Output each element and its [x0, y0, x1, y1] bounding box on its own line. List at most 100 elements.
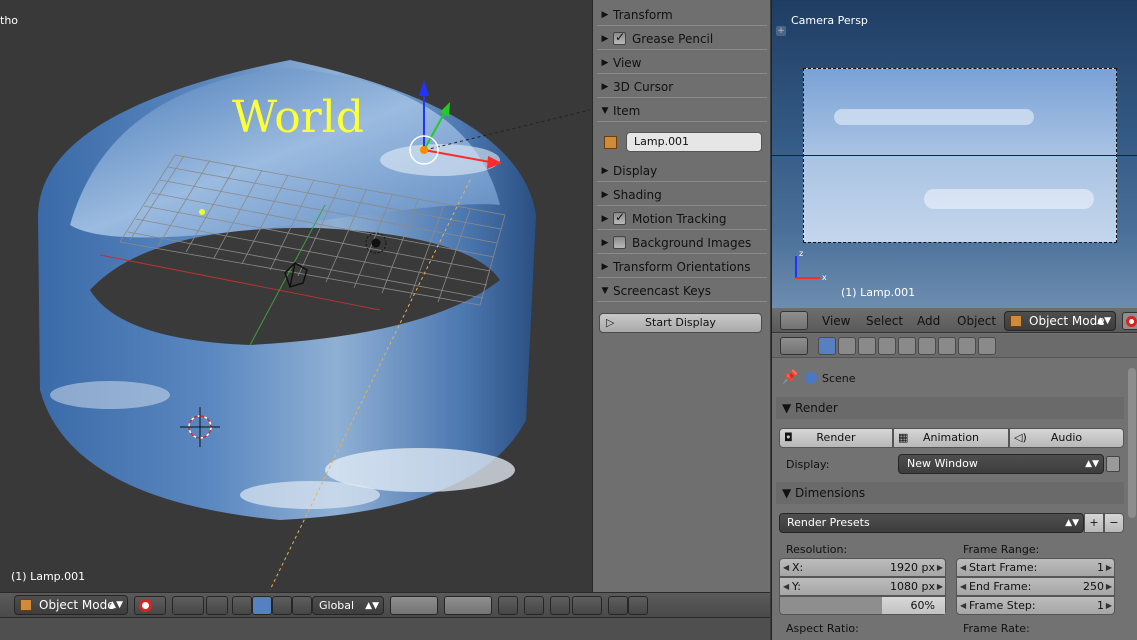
add-preset-button[interactable]: +	[1084, 513, 1104, 533]
snap-element-dropdown[interactable]	[572, 596, 602, 615]
panel-label: Transform Orientations	[613, 259, 751, 274]
area-split-icon[interactable]: +	[776, 26, 786, 36]
active-object-label: (1) Lamp.001	[11, 570, 86, 583]
panel-item[interactable]: ▼ Item	[597, 100, 767, 122]
panel-view[interactable]: ▶ View	[597, 52, 767, 74]
panel-shading[interactable]: ▶ Shading	[597, 184, 767, 206]
viewport-shading-button[interactable]	[1122, 312, 1137, 330]
collapsed-arrow-icon: ▶	[601, 237, 609, 248]
dropdown-arrows-icon: ▲▼	[365, 601, 379, 611]
background-images-checkbox[interactable]	[613, 236, 626, 249]
viewport-shading-dropdown[interactable]	[134, 596, 166, 615]
display-dropdown[interactable]: New Window ▲▼	[898, 454, 1104, 474]
animation-button[interactable]: ▦ Animation	[893, 428, 1009, 448]
lock-icon[interactable]	[1106, 456, 1120, 472]
panel-background-images[interactable]: ▶ Background Images	[597, 232, 767, 254]
panel-label: Background Images	[632, 235, 752, 250]
menu-select[interactable]: Select	[866, 314, 903, 328]
snap-toggle-icon[interactable]	[550, 596, 570, 615]
cloud	[240, 481, 380, 509]
resolution-percentage-slider[interactable]: 60%	[779, 596, 946, 615]
rotate-manipulator-icon[interactable]	[272, 596, 292, 615]
timeline-strip[interactable]	[0, 617, 770, 640]
remove-preset-button[interactable]: −	[1104, 513, 1124, 533]
lamp-origin[interactable]	[420, 146, 428, 154]
lifebuoy-icon	[1126, 316, 1137, 327]
collapsed-arrow-icon: ▶	[601, 189, 609, 200]
start-display-button[interactable]: ▷ Start Display	[599, 313, 762, 333]
camera-viewport[interactable]: + Camera Persp z x (1) Lamp.001	[771, 0, 1137, 308]
panel-3d-cursor[interactable]: ▶ 3D Cursor	[597, 76, 767, 98]
pin-icon[interactable]: 📌	[782, 370, 798, 385]
world-tab-icon[interactable]	[878, 337, 896, 355]
editor-type-button[interactable]	[780, 311, 808, 330]
manipulator-toggle-button[interactable]	[206, 596, 228, 615]
res-x-value: 1920 px	[890, 561, 935, 574]
lock-layers-icon[interactable]	[498, 596, 518, 615]
panel-label: View	[613, 55, 642, 70]
render-opengl-icon[interactable]	[608, 596, 628, 615]
frame-range-label: Frame Range:	[963, 543, 1040, 556]
expanded-arrow-icon: ▼	[601, 105, 609, 116]
object-tab-icon[interactable]	[898, 337, 916, 355]
material-tab-icon[interactable]	[978, 337, 996, 355]
panel-label: Display	[613, 163, 658, 178]
camera-view-header: View Select Add Object Object Mode ▲▼	[772, 308, 1137, 333]
frame-step-field[interactable]: ◀ Frame Step: 1 ▶	[956, 596, 1115, 615]
start-frame-field[interactable]: ◀ Start Frame: 1 ▶	[956, 558, 1115, 577]
transform-orientation-dropdown[interactable]: Global ▲▼	[312, 596, 384, 615]
pivot-point-dropdown[interactable]	[172, 596, 204, 615]
display-label: Display:	[786, 458, 830, 471]
point-lamp[interactable]	[199, 209, 205, 215]
end-frame-label: End Frame:	[969, 580, 1032, 593]
render-animation-icon[interactable]	[628, 596, 648, 615]
decrement-arrow-icon: ◀	[783, 582, 790, 591]
render-panel-header[interactable]: ▼ Render	[776, 397, 1124, 419]
cloud	[50, 381, 170, 409]
dropdown-arrows-icon: ▲▼	[1085, 459, 1099, 469]
proportional-edit-icon[interactable]	[524, 596, 544, 615]
dimensions-panel-header[interactable]: ▼ Dimensions	[776, 482, 1124, 504]
properties-editor-type-button[interactable]	[780, 337, 808, 355]
properties-scrollbar[interactable]	[1128, 368, 1136, 518]
dropdown-arrows-icon: ▲▼	[109, 600, 123, 610]
item-name-field[interactable]: Lamp.001	[626, 132, 762, 152]
menu-object[interactable]: Object	[957, 314, 996, 328]
panel-motion-tracking[interactable]: ▶ Motion Tracking	[597, 208, 767, 230]
gizmo-z-head[interactable]	[419, 80, 429, 96]
panel-grease-pencil[interactable]: ▶ Grease Pencil	[597, 28, 767, 50]
translate-manipulator-icon[interactable]	[252, 596, 272, 615]
layers-grid-1[interactable]	[390, 596, 438, 615]
resolution-x-field[interactable]: ◀ X: 1920 px ▶	[779, 558, 946, 577]
resolution-y-field[interactable]: ◀ Y: 1080 px ▶	[779, 577, 946, 596]
panel-transform-orientations[interactable]: ▶ Transform Orientations	[597, 256, 767, 278]
dropdown-arrows-icon: ▲▼	[1097, 316, 1111, 326]
grease-pencil-checkbox[interactable]	[613, 30, 626, 45]
data-tab-icon[interactable]	[958, 337, 976, 355]
menu-add[interactable]: Add	[917, 314, 940, 328]
constraints-tab-icon[interactable]	[918, 337, 936, 355]
panel-display[interactable]: ▶ Display	[597, 160, 767, 182]
mode-dropdown[interactable]: Object Mode ▲▼	[1004, 311, 1116, 331]
render-presets-dropdown[interactable]: Render Presets ▲▼	[779, 513, 1084, 533]
scene-tab-icon[interactable]	[858, 337, 876, 355]
clapperboard-icon: ▦	[898, 431, 909, 444]
object-mode-dropdown[interactable]: Object Mode ▲▼	[14, 595, 128, 615]
manipulator-icon[interactable]	[232, 596, 252, 615]
start-display-label: Start Display	[645, 316, 716, 329]
menu-view[interactable]: View	[822, 314, 850, 328]
render-tab-icon[interactable]	[818, 337, 836, 355]
panel-transform[interactable]: ▶ Transform	[597, 4, 767, 26]
audio-button[interactable]: ◁) Audio	[1009, 428, 1124, 448]
panel-screencast-keys[interactable]: ▼ Screencast Keys	[597, 280, 767, 302]
collapsed-arrow-icon: ▶	[601, 81, 609, 92]
render-layers-tab-icon[interactable]	[838, 337, 856, 355]
scale-manipulator-icon[interactable]	[292, 596, 312, 615]
modifiers-tab-icon[interactable]	[938, 337, 956, 355]
render-button[interactable]: ◘ Render	[779, 428, 893, 448]
3d-viewport[interactable]: tho World (1) Lamp.001	[0, 0, 592, 592]
collapsed-arrow-icon: ▶	[601, 213, 609, 224]
layers-grid-2[interactable]	[444, 596, 492, 615]
motion-tracking-checkbox[interactable]	[613, 210, 626, 225]
end-frame-field[interactable]: ◀ End Frame: 250 ▶	[956, 577, 1115, 596]
